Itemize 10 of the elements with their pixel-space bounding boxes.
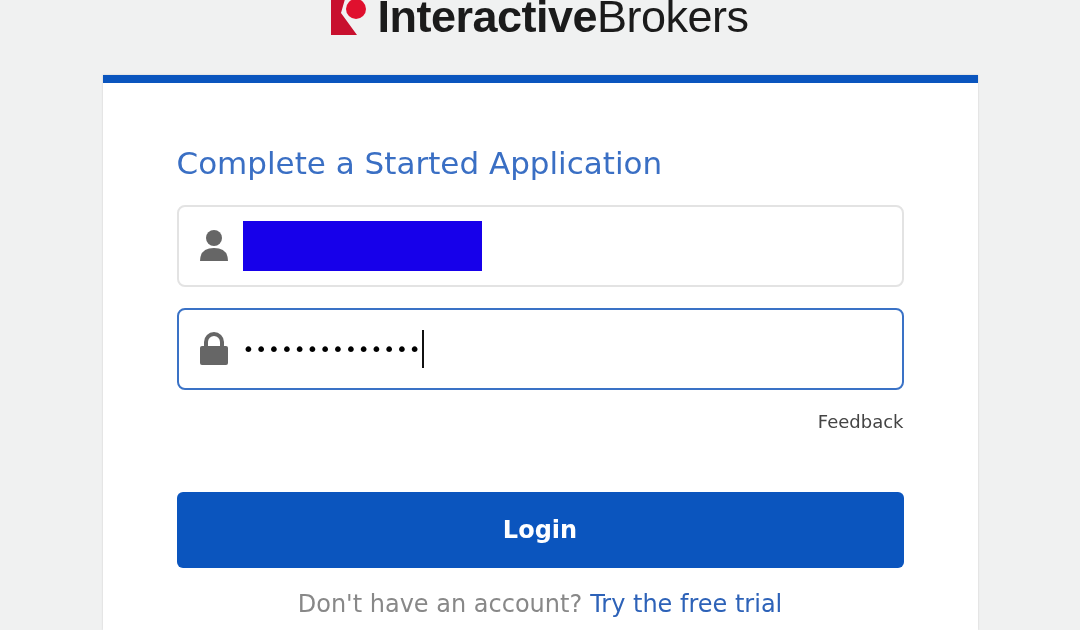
password-dots: •••••••••••••• xyxy=(242,337,422,361)
user-icon xyxy=(198,229,229,263)
lock-icon xyxy=(198,332,229,366)
password-field[interactable]: •••••••••••••• xyxy=(176,308,904,390)
signup-prompt: Don't have an account? xyxy=(297,590,583,618)
login-button[interactable]: Login xyxy=(176,492,904,568)
username-field[interactable] xyxy=(176,205,904,287)
feedback-link[interactable]: Feedback xyxy=(817,411,904,432)
page-heading: Complete a Started Application xyxy=(176,145,664,181)
free-trial-link[interactable]: Try the free trial xyxy=(590,590,783,618)
